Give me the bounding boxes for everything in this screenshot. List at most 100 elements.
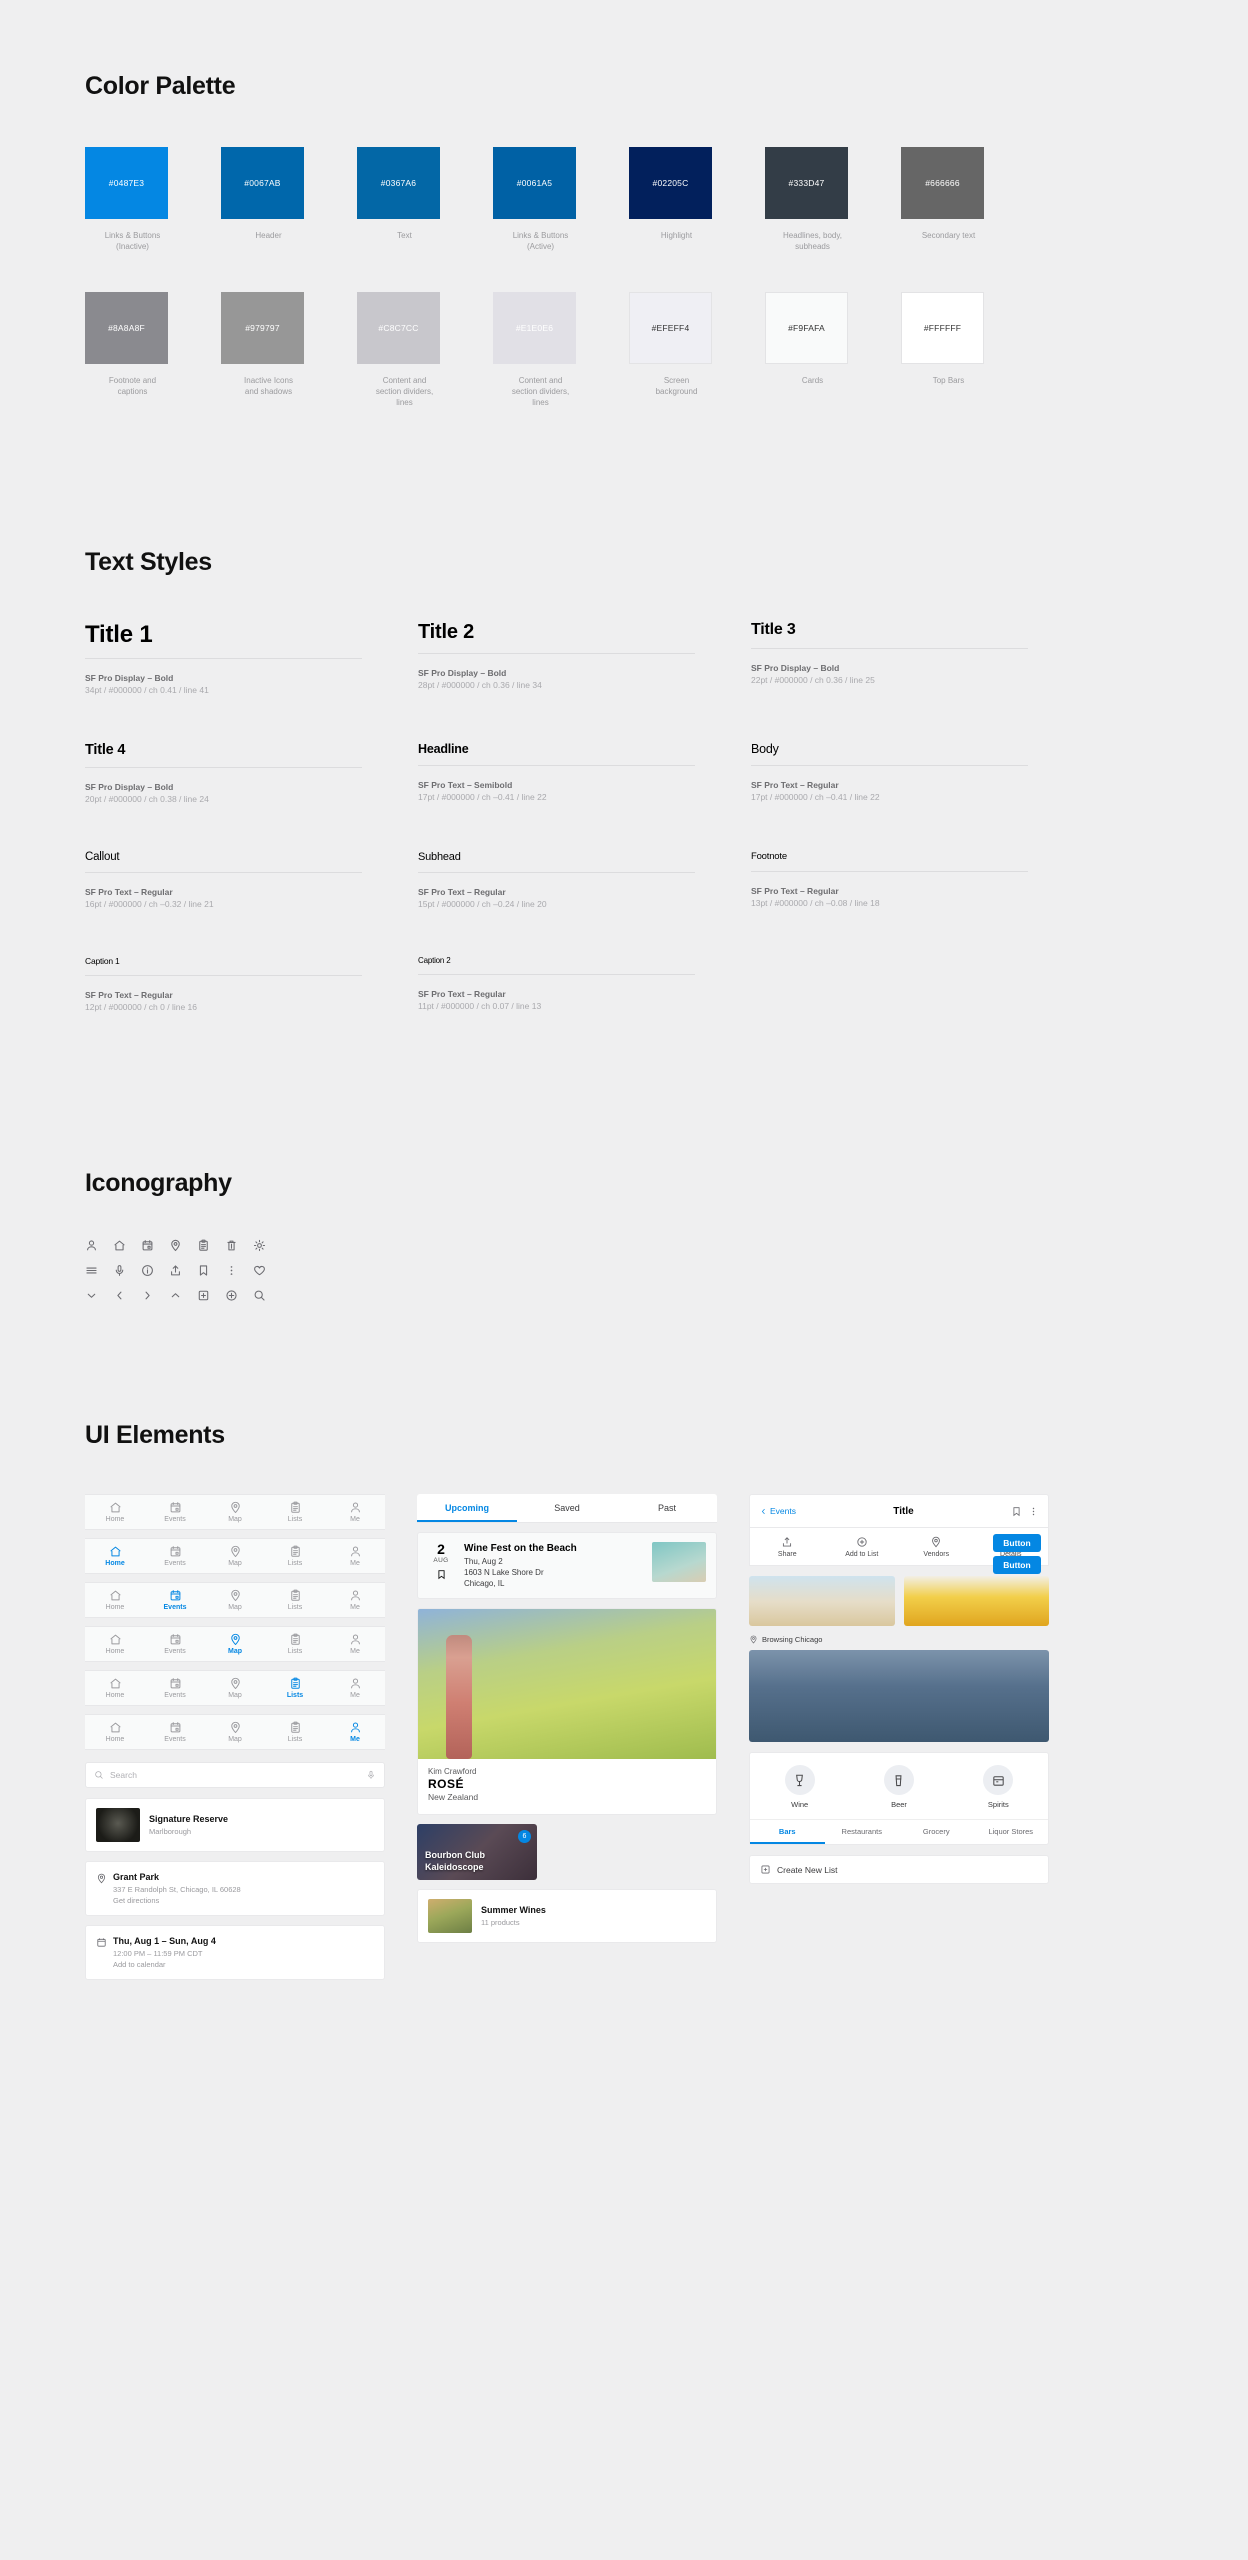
subtab-restaurants[interactable]: Restaurants (825, 1820, 900, 1844)
upload-icon[interactable] (169, 1261, 197, 1279)
tab-me[interactable]: Me (325, 1545, 385, 1567)
primary-button-2[interactable]: Button (993, 1556, 1041, 1574)
tab-map[interactable]: Map (205, 1633, 265, 1655)
get-directions-link[interactable]: Get directions (113, 1895, 241, 1906)
tab-map[interactable]: Map (205, 1501, 265, 1523)
chevron-down-icon[interactable] (85, 1286, 113, 1304)
microphone-icon[interactable] (366, 1770, 376, 1780)
list-item-wine[interactable]: Signature Reserve Marlborough (85, 1798, 385, 1852)
image-beach[interactable] (749, 1576, 895, 1626)
add-to-calendar-link[interactable]: Add to calendar (113, 1959, 216, 1970)
tab-events[interactable]: Events (145, 1589, 205, 1611)
tab-events[interactable]: Events (145, 1677, 205, 1699)
share-button[interactable]: Share (750, 1536, 825, 1558)
chevron-left-icon[interactable] (113, 1286, 141, 1304)
image-beer[interactable] (903, 1576, 1049, 1626)
type-meta: SF Pro Text – Regular 17pt / #000000 / ch… (751, 779, 1028, 803)
search-icon[interactable] (253, 1286, 281, 1304)
tab-lists[interactable]: Lists (265, 1677, 325, 1699)
promo-card-summer-wines[interactable]: Summer Wines 11 products (417, 1889, 717, 1943)
bookmark-icon[interactable] (197, 1261, 225, 1279)
tab-home[interactable]: Home (85, 1589, 145, 1611)
calendar-icon[interactable] (141, 1236, 169, 1254)
tab-me[interactable]: Me (325, 1501, 385, 1523)
person-icon[interactable] (85, 1236, 113, 1254)
type-specimen: Title 2 SF Pro Display – Bold 28pt / #0000… (418, 621, 751, 696)
microphone-icon[interactable] (113, 1261, 141, 1279)
type-specimen: Caption 1 SF Pro Text – Regular 12pt / #00… (85, 956, 418, 1013)
upload-icon (783, 1537, 792, 1547)
subtab-liquor-stores[interactable]: Liquor Stores (974, 1820, 1049, 1844)
tab-lists[interactable]: Lists (265, 1589, 325, 1611)
tab-map[interactable]: Map (205, 1589, 265, 1611)
tab-lists[interactable]: Lists (265, 1721, 325, 1743)
promo-card-bourbon[interactable]: 6 Bourbon Club Kaleidoscope (417, 1824, 537, 1880)
tab-events[interactable]: Events (145, 1501, 205, 1523)
list-item-venue[interactable]: Grant Park 337 E Randolph St, Chicago, I… (85, 1861, 385, 1916)
segment-upcoming[interactable]: Upcoming (417, 1494, 517, 1522)
info-icon[interactable] (141, 1261, 169, 1279)
list-item-datetime[interactable]: Thu, Aug 1 – Sun, Aug 4 12:00 PM – 11:59… (85, 1925, 385, 1980)
navigation-bar: Events Title (749, 1494, 1049, 1528)
tab-me[interactable]: Me (325, 1633, 385, 1655)
plus-circle-icon[interactable] (225, 1286, 253, 1304)
heart-icon[interactable] (253, 1261, 281, 1279)
product-card-wine[interactable]: Kim Crawford ROSÉ New Zealand (417, 1608, 717, 1815)
tab-map[interactable]: Map (205, 1677, 265, 1699)
category-spirits[interactable]: Spirits (983, 1765, 1014, 1809)
map-pin-icon[interactable] (169, 1236, 197, 1254)
chevron-right-icon[interactable] (141, 1286, 169, 1304)
tab-map[interactable]: Map (205, 1545, 265, 1567)
tab-me[interactable]: Me (325, 1589, 385, 1611)
home-icon[interactable] (113, 1236, 141, 1254)
more-vertical-icon[interactable] (225, 1261, 253, 1279)
plus-square-icon[interactable] (197, 1286, 225, 1304)
tab-lists[interactable]: Lists (265, 1501, 325, 1523)
bookmark-icon[interactable] (1011, 1506, 1022, 1517)
type-spec: 16pt / #000000 / ch –0.32 / line 21 (85, 899, 214, 909)
type-specimen: Footnote SF Pro Text – Regular 13pt / #000… (751, 851, 1084, 910)
add-to-list-button[interactable]: Add to List (825, 1536, 900, 1558)
tab-events[interactable]: Events (145, 1721, 205, 1743)
vendors-button[interactable]: Vendors (899, 1536, 974, 1558)
subtab-bars[interactable]: Bars (750, 1820, 825, 1844)
tab-label: Home (105, 1692, 125, 1699)
tab-events[interactable]: Events (145, 1633, 205, 1655)
tab-home[interactable]: Home (85, 1677, 145, 1699)
trash-icon[interactable] (225, 1236, 253, 1254)
tab-events[interactable]: Events (145, 1545, 205, 1567)
tab-me[interactable]: Me (325, 1677, 385, 1699)
lists-icon (290, 1677, 300, 1689)
back-button[interactable]: Events (759, 1506, 796, 1516)
tab-me[interactable]: Me (325, 1721, 385, 1743)
tab-label: Map (228, 1648, 242, 1655)
map-icon (230, 1589, 240, 1602)
tab-lists[interactable]: Lists (265, 1633, 325, 1655)
gear-icon[interactable] (253, 1236, 281, 1254)
segment-saved[interactable]: Saved (517, 1494, 617, 1522)
create-new-list-button[interactable]: Create New List (749, 1855, 1049, 1884)
chevron-up-icon[interactable] (169, 1286, 197, 1304)
events-icon (170, 1634, 180, 1645)
tab-lists[interactable]: Lists (265, 1545, 325, 1567)
bookmark-icon[interactable] (436, 1568, 447, 1581)
menu-icon[interactable] (85, 1261, 113, 1279)
tab-home[interactable]: Home (85, 1721, 145, 1743)
type-meta: SF Pro Display – Bold 34pt / #000000 / ch… (85, 672, 362, 696)
category-beer[interactable]: Beer (883, 1765, 914, 1809)
tab-home[interactable]: Home (85, 1545, 145, 1567)
event-card[interactable]: 2 AUG Wine Fest on the Beach Thu, Aug 2 … (417, 1532, 717, 1599)
subtab-grocery[interactable]: Grocery (899, 1820, 974, 1844)
more-vertical-icon[interactable] (1028, 1506, 1039, 1517)
swatch-label: Highlight (660, 231, 693, 240)
search-input[interactable]: Search (85, 1762, 385, 1788)
segment-past[interactable]: Past (617, 1494, 717, 1522)
search-placeholder: Search (110, 1770, 137, 1780)
tab-home[interactable]: Home (85, 1633, 145, 1655)
tab-map[interactable]: Map (205, 1721, 265, 1743)
category-wine[interactable]: Wine (784, 1765, 815, 1809)
clipboard-icon[interactable] (197, 1236, 225, 1254)
image-city[interactable] (749, 1650, 1049, 1742)
primary-button-1[interactable]: Button (993, 1534, 1041, 1552)
tab-home[interactable]: Home (85, 1501, 145, 1523)
